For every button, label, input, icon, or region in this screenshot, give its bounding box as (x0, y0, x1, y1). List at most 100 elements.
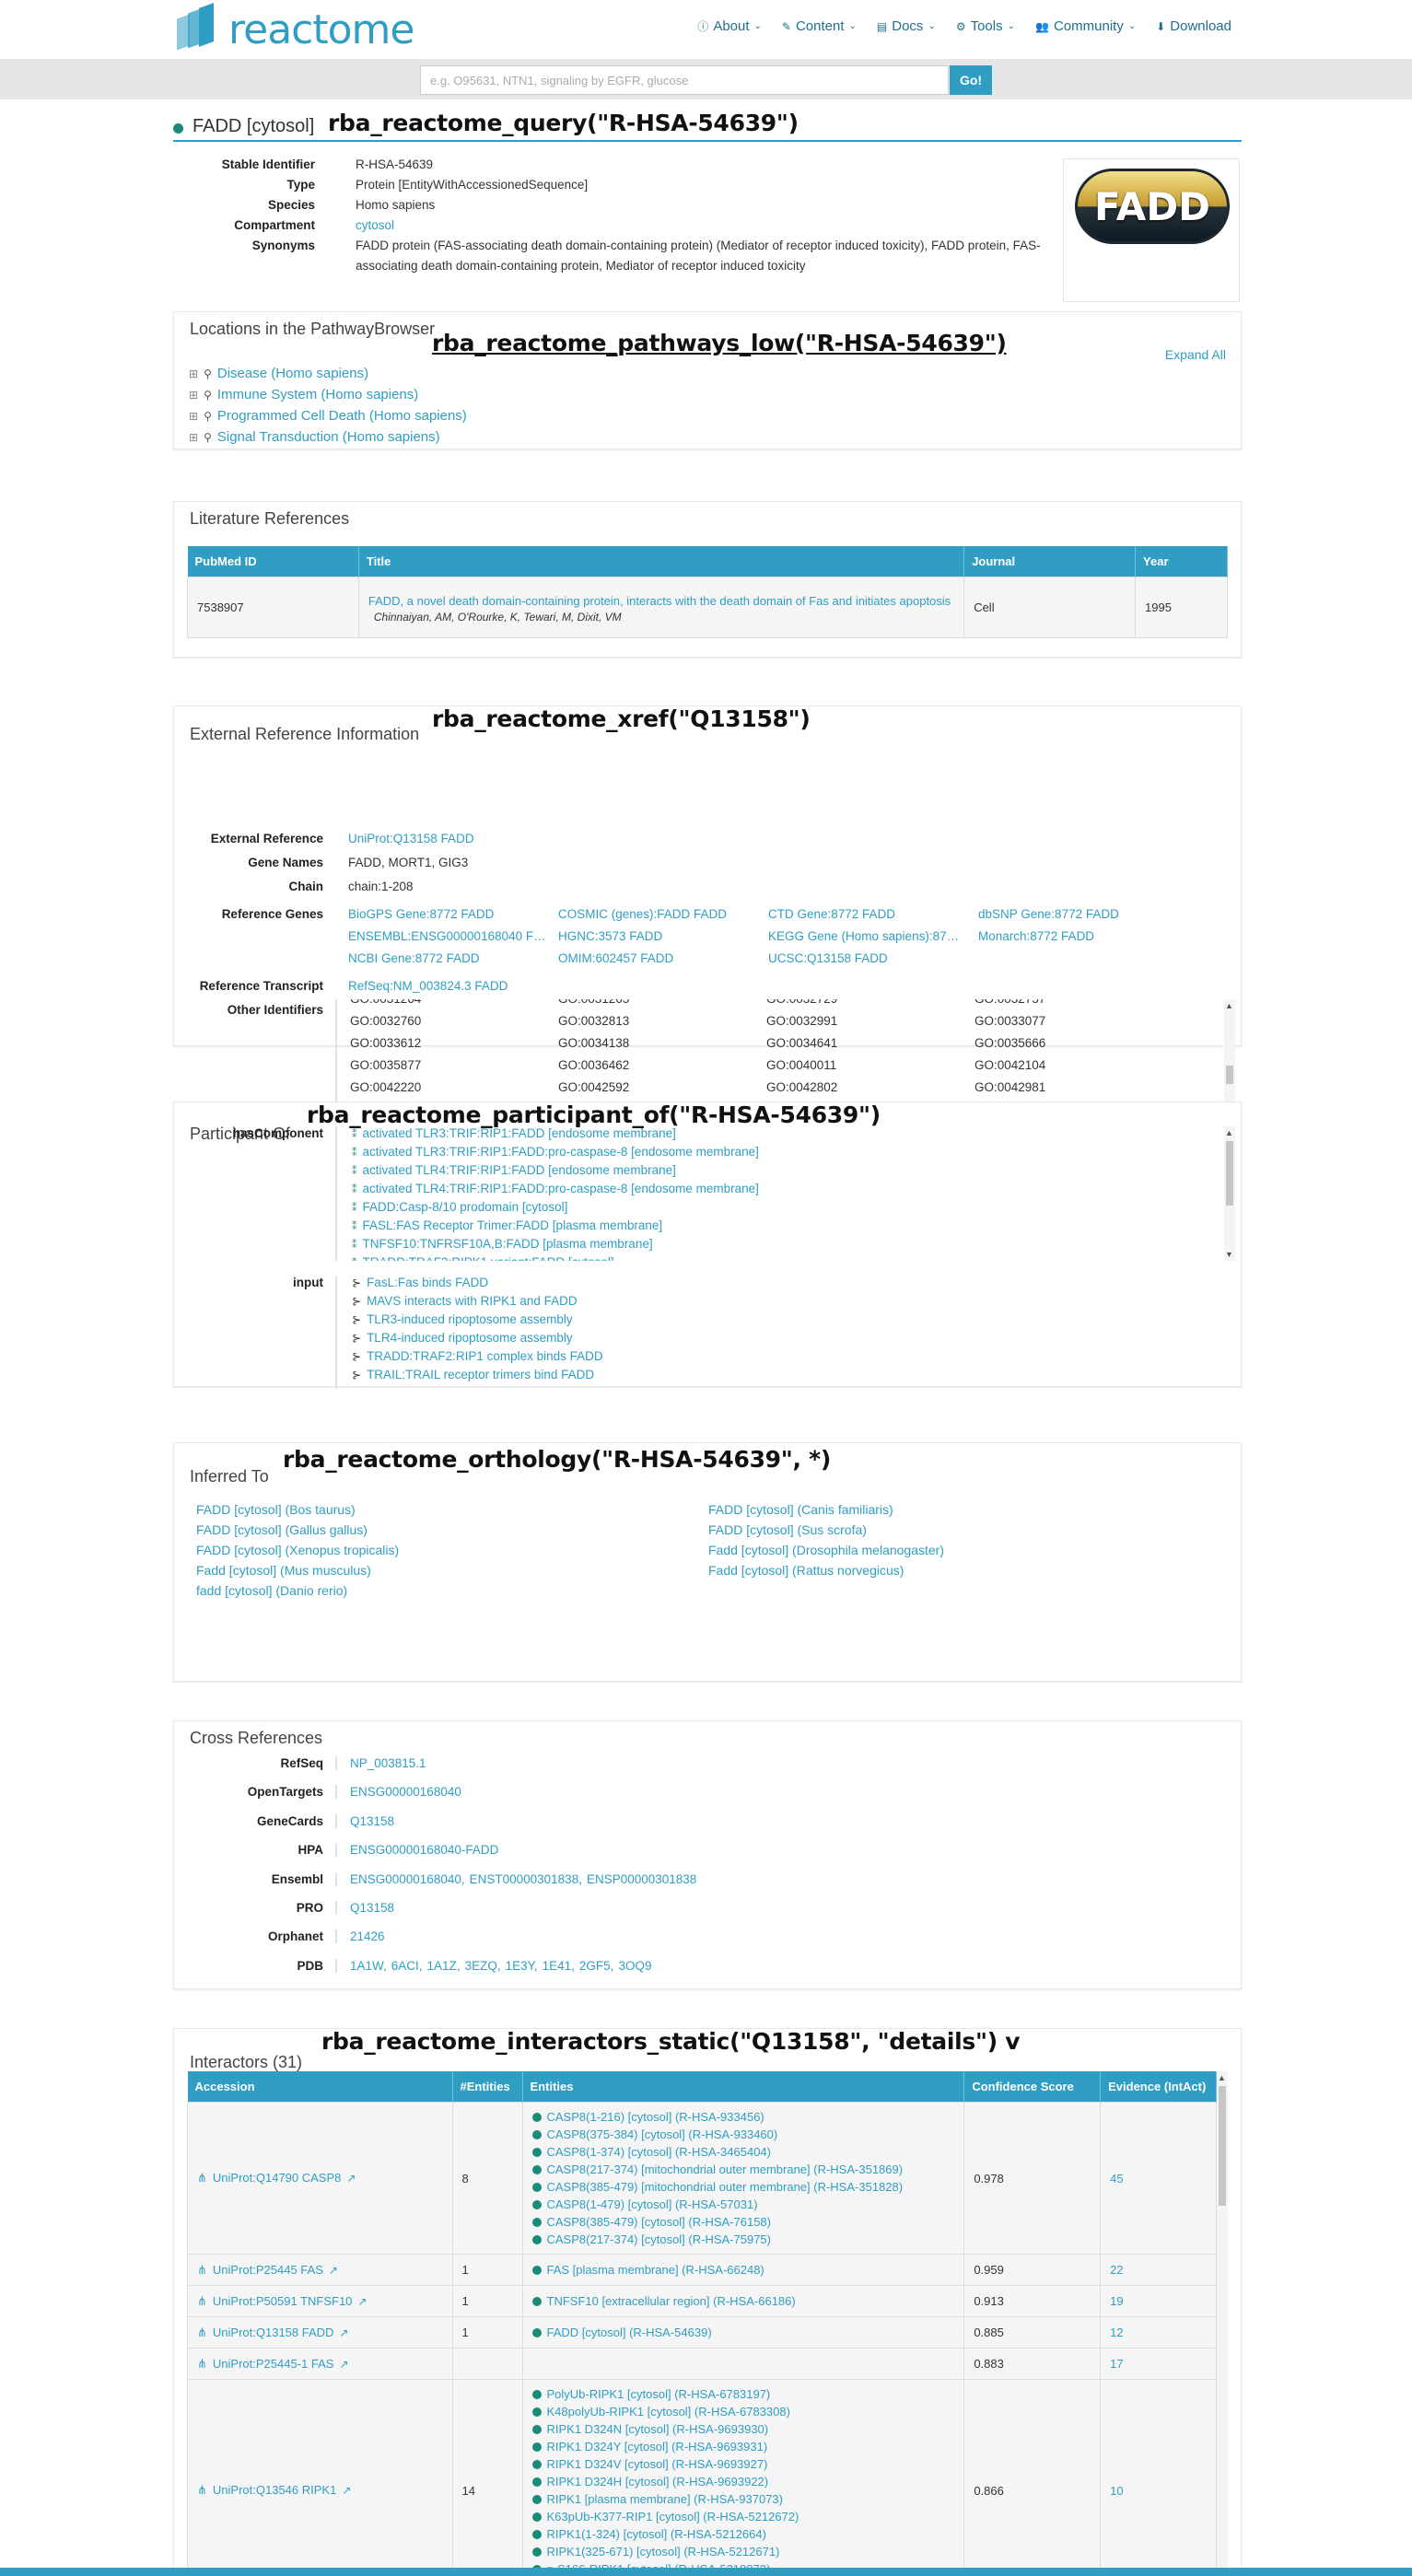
reference-gene-link[interactable]: COSMIC (genes):FADD FADD (558, 907, 763, 921)
entity-link[interactable]: RIPK1 D324H [cytosol] (R-HSA-9693922) (531, 2473, 955, 2490)
entity-link[interactable]: RIPK1 D324N [cytosol] (R-HSA-9693930) (531, 2420, 955, 2438)
crossref-link[interactable]: 6ACI, (391, 1959, 423, 1973)
expand-plus-icon[interactable]: ⊞ (189, 410, 198, 423)
reaction-link[interactable]: ⊱ TRAIL:TRAIL receptor trimers bind FADD (352, 1368, 594, 1381)
external-link-icon[interactable]: ↗ (339, 2326, 348, 2339)
nav-item-content[interactable]: ✎ Content ⌄ (782, 18, 857, 34)
scroll-down-icon[interactable]: ▼ (1225, 1250, 1233, 1259)
crossref-link[interactable]: ENSG00000168040, (350, 1872, 465, 1886)
pathway-link[interactable]: Programmed Cell Death (Homo sapiens) (217, 408, 467, 424)
reference-gene-link[interactable]: OMIM:602457 FADD (558, 951, 763, 965)
reaction-link[interactable]: ⊱ TLR3-induced ripoptosome assembly (352, 1312, 573, 1326)
entity-link[interactable]: RIPK1 D324Y [cytosol] (R-HSA-9693931) (531, 2438, 955, 2455)
crossref-link[interactable]: ENSG00000168040 (350, 1785, 461, 1799)
complex-link[interactable]: ⁑ activated TLR3:TRIF:RIP1:FADD [endosome… (352, 1126, 676, 1140)
pathway-tree-item[interactable]: ⊞ ⚲ Programmed Cell Death (Homo sapiens) (189, 408, 467, 424)
accession-link[interactable]: UniProt:Q13158 FADD (213, 2325, 334, 2339)
crossref-link[interactable]: ENSP00000301838 (587, 1872, 696, 1886)
entity-link[interactable]: CASP8(217-374) [mitochondrial outer memb… (531, 2161, 955, 2178)
entity-link[interactable]: CASP8(1-216) [cytosol] (R-HSA-933456) (531, 2108, 955, 2126)
entity-link[interactable]: RIPK1 [plasma membrane] (R-HSA-937073) (531, 2490, 955, 2508)
ortholog-link[interactable]: FADD [cytosol] (Xenopus tropicalis) (196, 1543, 399, 1557)
entity-link[interactable]: PolyUb-RIPK1 [cytosol] (R-HSA-6783197) (531, 2385, 955, 2403)
complex-link[interactable]: ⁑ TNFSF10:TNFRSF10A,B:FADD [plasma membra… (352, 1237, 653, 1251)
crossref-link[interactable]: Q13158 (350, 1901, 394, 1915)
crossref-link[interactable]: 1A1W, (350, 1959, 387, 1973)
compartment-link[interactable]: cytosol (356, 216, 1056, 236)
nav-item-about[interactable]: ⓘ About ⌄ (697, 18, 762, 34)
entity-link[interactable]: CASP8(385-479) [mitochondrial outer memb… (531, 2178, 955, 2196)
external-link-icon[interactable]: ↗ (329, 2264, 338, 2277)
external-link-icon[interactable]: ↗ (357, 2295, 367, 2308)
crossref-link[interactable]: ENST00000301838, (470, 1872, 582, 1886)
accession-link[interactable]: UniProt:Q13546 RIPK1 (213, 2483, 336, 2497)
entity-link[interactable]: K63pUb-K377-RIP1 [cytosol] (R-HSA-521267… (531, 2508, 955, 2525)
evidence-link[interactable]: 22 (1100, 2254, 1217, 2286)
reaction-link[interactable]: ⊱ FasL:Fas binds FADD (352, 1276, 488, 1289)
refseq-transcript-link[interactable]: RefSeq:NM_003824.3 FADD (335, 979, 508, 993)
reference-gene-link[interactable]: dbSNP Gene:8772 FADD (978, 907, 1183, 921)
reaction-link[interactable]: ⊱ MAVS interacts with RIPK1 and FADD (352, 1294, 578, 1308)
crossref-link[interactable]: 1E3Y, (506, 1959, 538, 1973)
search-input[interactable]: e.g. O95631, NTN1, signaling by EGFR, gl… (420, 65, 949, 95)
crossref-link[interactable]: NP_003815.1 (350, 1756, 426, 1770)
scroll-up-icon[interactable]: ▲ (1218, 2073, 1226, 2082)
nav-item-download[interactable]: ⬇ Download (1156, 18, 1231, 34)
nav-item-tools[interactable]: ⚙ Tools ⌄ (956, 18, 1015, 34)
entity-link[interactable]: CASP8(375-384) [cytosol] (R-HSA-933460) (531, 2126, 955, 2143)
entity-link[interactable]: RIPK1(325-671) [cytosol] (R-HSA-5212671) (531, 2543, 955, 2560)
external-link-icon[interactable]: ↗ (339, 2358, 348, 2371)
reaction-link[interactable]: ⊱ TRADD:TRAF2:RIP1 complex binds FADD (352, 1349, 603, 1363)
accession-link[interactable]: UniProt:P25445 FAS (213, 2263, 323, 2277)
ortholog-link[interactable]: FADD [cytosol] (Canis familiaris) (708, 1502, 893, 1517)
ortholog-link[interactable]: FADD [cytosol] (Bos taurus) (196, 1502, 356, 1517)
complex-link[interactable]: ⁑ FADD:Casp-8/10 prodomain [cytosol] (352, 1200, 567, 1214)
reaction-link[interactable]: ⊱ TLR4-induced ripoptosome assembly (352, 1331, 573, 1345)
crossref-link[interactable]: 2GF5, (579, 1959, 614, 1973)
pathway-link[interactable]: Disease (Homo sapiens) (217, 366, 368, 381)
reference-gene-link[interactable]: ENSEMBL:ENSG00000168040 F… (348, 929, 553, 943)
entity-link[interactable]: FADD [cytosol] (R-HSA-54639) (531, 2324, 955, 2341)
accession-link[interactable]: UniProt:P25445-1 FAS (213, 2357, 334, 2371)
entity-link[interactable]: FAS [plasma membrane] (R-HSA-66248) (531, 2261, 955, 2279)
external-link-icon[interactable]: ↗ (342, 2484, 351, 2497)
complex-link[interactable]: ⁑ activated TLR4:TRIF:RIP1:FADD [endosome… (352, 1163, 676, 1177)
crossref-link[interactable]: 1A1Z, (427, 1959, 461, 1973)
crossref-link[interactable]: Q13158 (350, 1814, 394, 1828)
ortholog-link[interactable]: Fadd [cytosol] (Mus musculus) (196, 1563, 371, 1578)
entity-link[interactable]: CASP8(217-374) [cytosol] (R-HSA-75975) (531, 2231, 955, 2248)
reference-gene-link[interactable]: HGNC:3573 FADD (558, 929, 763, 943)
reference-gene-link[interactable]: Monarch:8772 FADD (978, 929, 1183, 943)
ortholog-link[interactable]: fadd [cytosol] (Danio rerio) (196, 1583, 347, 1598)
crossref-link[interactable]: 1E41, (543, 1959, 575, 1973)
reference-gene-link[interactable]: UCSC:Q13158 FADD (768, 951, 973, 965)
entity-link[interactable]: RIPK1 D324V [cytosol] (R-HSA-9693927) (531, 2455, 955, 2473)
paper-title-link[interactable]: FADD, a novel death domain-containing pr… (368, 592, 954, 611)
scroll-thumb[interactable] (1219, 2086, 1226, 2206)
evidence-link[interactable]: 12 (1100, 2316, 1217, 2349)
complex-link[interactable]: ⁑ activated TLR4:TRIF:RIP1:FADD:pro-caspa… (352, 1182, 759, 1195)
expand-plus-icon[interactable]: ⊞ (189, 367, 198, 380)
crossref-link[interactable]: 21426 (350, 1929, 385, 1943)
reference-gene-link[interactable]: CTD Gene:8772 FADD (768, 907, 973, 921)
evidence-link[interactable]: 10 (1100, 2379, 1217, 2576)
nav-item-community[interactable]: 👥 Community ⌄ (1035, 18, 1136, 34)
crossref-link[interactable]: 3EZQ, (465, 1959, 501, 1973)
scroll-thumb[interactable] (1226, 1141, 1233, 1206)
reactome-logo[interactable]: reactome (171, 3, 414, 55)
scroll-up-icon[interactable]: ▲ (1225, 1128, 1233, 1137)
entity-link[interactable]: CASP8(385-479) [cytosol] (R-HSA-76158) (531, 2213, 955, 2231)
nav-item-docs[interactable]: ▤ Docs ⌄ (877, 18, 936, 34)
participant-scrollbar[interactable]: ▲ ▼ (1224, 1126, 1235, 1261)
evidence-link[interactable]: 19 (1100, 2285, 1217, 2317)
interactors-table-viewport[interactable]: Accession #Entities Entities Confidence Sco… (187, 2071, 1217, 2576)
external-link-icon[interactable]: ↗ (346, 2172, 356, 2185)
entity-link[interactable]: CASP8(1-374) [cytosol] (R-HSA-3465404) (531, 2143, 955, 2161)
ortholog-link[interactable]: FADD [cytosol] (Gallus gallus) (196, 1522, 368, 1537)
scroll-thumb[interactable] (1226, 1066, 1233, 1084)
interactors-scrollbar[interactable]: ▲ ▼ (1217, 2071, 1228, 2576)
uniprot-link[interactable]: UniProt:Q13158 FADD (335, 832, 474, 845)
entity-link[interactable]: RIPK1(1-324) [cytosol] (R-HSA-5212664) (531, 2525, 955, 2543)
accession-link[interactable]: UniProt:P50591 TNFSF10 (213, 2294, 353, 2308)
complex-link[interactable]: ⁑ TRADD:TRAF2:RIPK1 variant:FADD [cytosol… (352, 1255, 614, 1261)
